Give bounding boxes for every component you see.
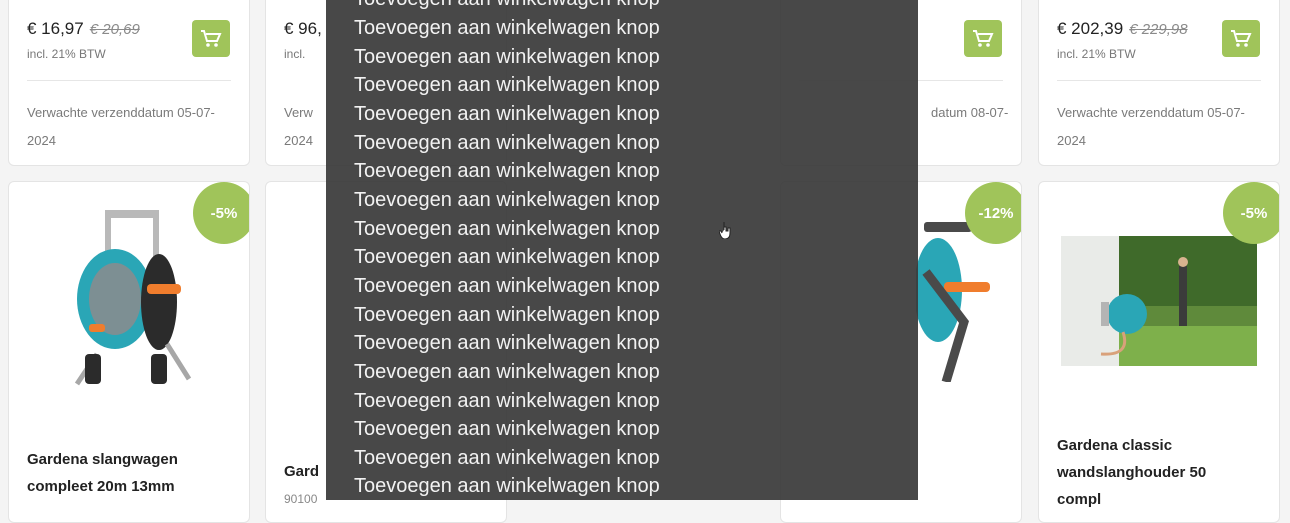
vat-label: incl. xyxy=(284,47,306,61)
vat-label: incl. 21% BTW xyxy=(1057,47,1136,61)
overlay-line: Toevoegen aan winkelwagen knop xyxy=(354,189,660,211)
shipping-date: Verw 2024 xyxy=(284,105,313,148)
shipping-date: Verwachte verzenddatum 05-07- 2024 xyxy=(27,105,215,148)
hand-pointer-icon xyxy=(719,222,731,239)
product-title[interactable]: Gardena classic wandslanghouder 50 compl xyxy=(1057,432,1206,513)
product-card[interactable]: -5% Gardena slangwagen compleet 20m 13mm xyxy=(8,181,250,523)
shopping-cart-icon xyxy=(973,29,994,47)
overlay-line: Toevoegen aan winkelwagen knop xyxy=(354,17,660,39)
discount-badge: -12% xyxy=(965,182,1021,244)
overlay-line: Toevoegen aan winkelwagen knop xyxy=(354,332,660,354)
old-price: € 229,98 xyxy=(1129,21,1188,38)
product-card: € 16,97 € 20,69 incl. 21% BTW Verwachte v… xyxy=(8,0,250,166)
overlay-line: Toevoegen aan winkelwagen knop xyxy=(354,74,660,96)
shipping-date: datum 08-07- xyxy=(931,105,1009,120)
vat-label: incl. 21% BTW xyxy=(27,47,106,61)
product-title[interactable]: Gard xyxy=(284,458,319,485)
overlay-line: Toevoegen aan winkelwagen knop xyxy=(354,304,660,326)
overlay-line: Toevoegen aan winkelwagen knop xyxy=(354,160,660,182)
shopping-cart-icon xyxy=(1231,29,1252,47)
product-card: € 202,39 € 229,98 incl. 21% BTW Verwachte… xyxy=(1038,0,1280,166)
hose-reel-image[interactable] xyxy=(67,204,197,394)
add-to-cart-button[interactable] xyxy=(1222,20,1260,57)
overlay-line: Toevoegen aan winkelwagen knop xyxy=(354,103,660,125)
product-sku: 90100 xyxy=(284,492,318,506)
product-title[interactable]: Gardena slangwagen compleet 20m 13mm xyxy=(27,446,178,500)
overlay-line: Toevoegen aan winkelwagen knop xyxy=(354,390,660,412)
product-price: € 202,39 € 229,98 xyxy=(1057,19,1188,38)
overlay-line: Toevoegen aan winkelwagen knop xyxy=(354,0,660,11)
overlay-line: Toevoegen aan winkelwagen knop xyxy=(354,418,660,440)
overlay-line: Toevoegen aan winkelwagen knop xyxy=(354,475,660,497)
wall-hose-holder-image[interactable] xyxy=(1061,236,1257,366)
overlay-line: Toevoegen aan winkelwagen knop xyxy=(354,361,660,383)
caption-overlay: Toevoegen aan winkelwagen knop Toevoegen… xyxy=(326,0,918,500)
overlay-line: Toevoegen aan winkelwagen knop xyxy=(354,132,660,154)
product-price: € 96, xyxy=(284,19,322,38)
overlay-line: Toevoegen aan winkelwagen knop xyxy=(354,218,660,240)
product-price: € 16,97 € 20,69 xyxy=(27,19,140,38)
add-to-cart-button[interactable] xyxy=(964,20,1002,57)
discount-badge: -5% xyxy=(193,182,249,244)
divider xyxy=(1057,80,1261,81)
old-price: € 20,69 xyxy=(89,21,140,38)
product-card[interactable]: -5% Gardena classic wandslanghouder 50 com… xyxy=(1038,181,1280,523)
overlay-line: Toevoegen aan winkelwagen knop xyxy=(354,46,660,68)
shopping-cart-icon xyxy=(201,29,222,47)
overlay-line: Toevoegen aan winkelwagen knop xyxy=(354,246,660,268)
discount-badge: -5% xyxy=(1223,182,1279,244)
divider xyxy=(27,80,231,81)
shipping-date: Verwachte verzenddatum 05-07- 2024 xyxy=(1057,105,1245,148)
overlay-line: Toevoegen aan winkelwagen knop xyxy=(354,275,660,297)
add-to-cart-button[interactable] xyxy=(192,20,230,57)
overlay-line: Toevoegen aan winkelwagen knop xyxy=(354,447,660,469)
